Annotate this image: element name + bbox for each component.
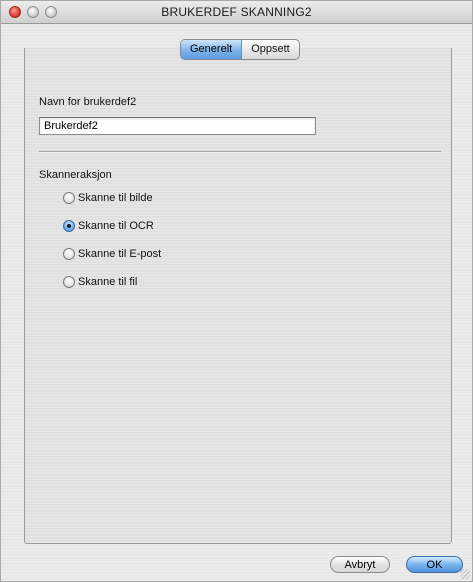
radio-button-selected-icon[interactable]: [63, 220, 75, 232]
radio-label: Skanne til fil: [78, 276, 138, 288]
section-divider: [39, 151, 441, 153]
radio-label: Skanne til OCR: [78, 220, 154, 232]
radio-option-image[interactable]: Skanne til bilde: [63, 192, 153, 204]
title-bar[interactable]: BRUKERDEF SKANNING2: [1, 1, 472, 24]
tab-generelt[interactable]: Generelt: [181, 40, 243, 59]
radio-option-email[interactable]: Skanne til E-post: [63, 248, 161, 260]
name-field-label: Navn for brukerdef2: [39, 96, 137, 108]
resize-grip-icon[interactable]: [460, 569, 470, 579]
name-input[interactable]: [39, 117, 316, 135]
radio-button-icon[interactable]: [63, 192, 75, 204]
radio-button-icon[interactable]: [63, 276, 75, 288]
radio-label: Skanne til bilde: [78, 192, 153, 204]
scan-action-label: Skanneraksjon: [39, 169, 112, 181]
tab-oppsett[interactable]: Oppsett: [242, 40, 299, 59]
window-title: BRUKERDEF SKANNING2: [161, 5, 312, 19]
radio-label: Skanne til E-post: [78, 248, 162, 260]
radio-option-ocr[interactable]: Skanne til OCR: [63, 220, 154, 232]
dialog-window: BRUKERDEF SKANNING2 Navn for brukerdef2 …: [0, 0, 473, 582]
radio-option-file[interactable]: Skanne til fil: [63, 276, 137, 288]
ok-button[interactable]: OK: [406, 556, 463, 573]
tab-bar: Generelt Oppsett: [180, 39, 300, 60]
radio-button-icon[interactable]: [63, 248, 75, 260]
tab-content-panel: Navn for brukerdef2 Skanneraksjon: [24, 48, 452, 544]
cancel-button[interactable]: Avbryt: [330, 556, 390, 573]
